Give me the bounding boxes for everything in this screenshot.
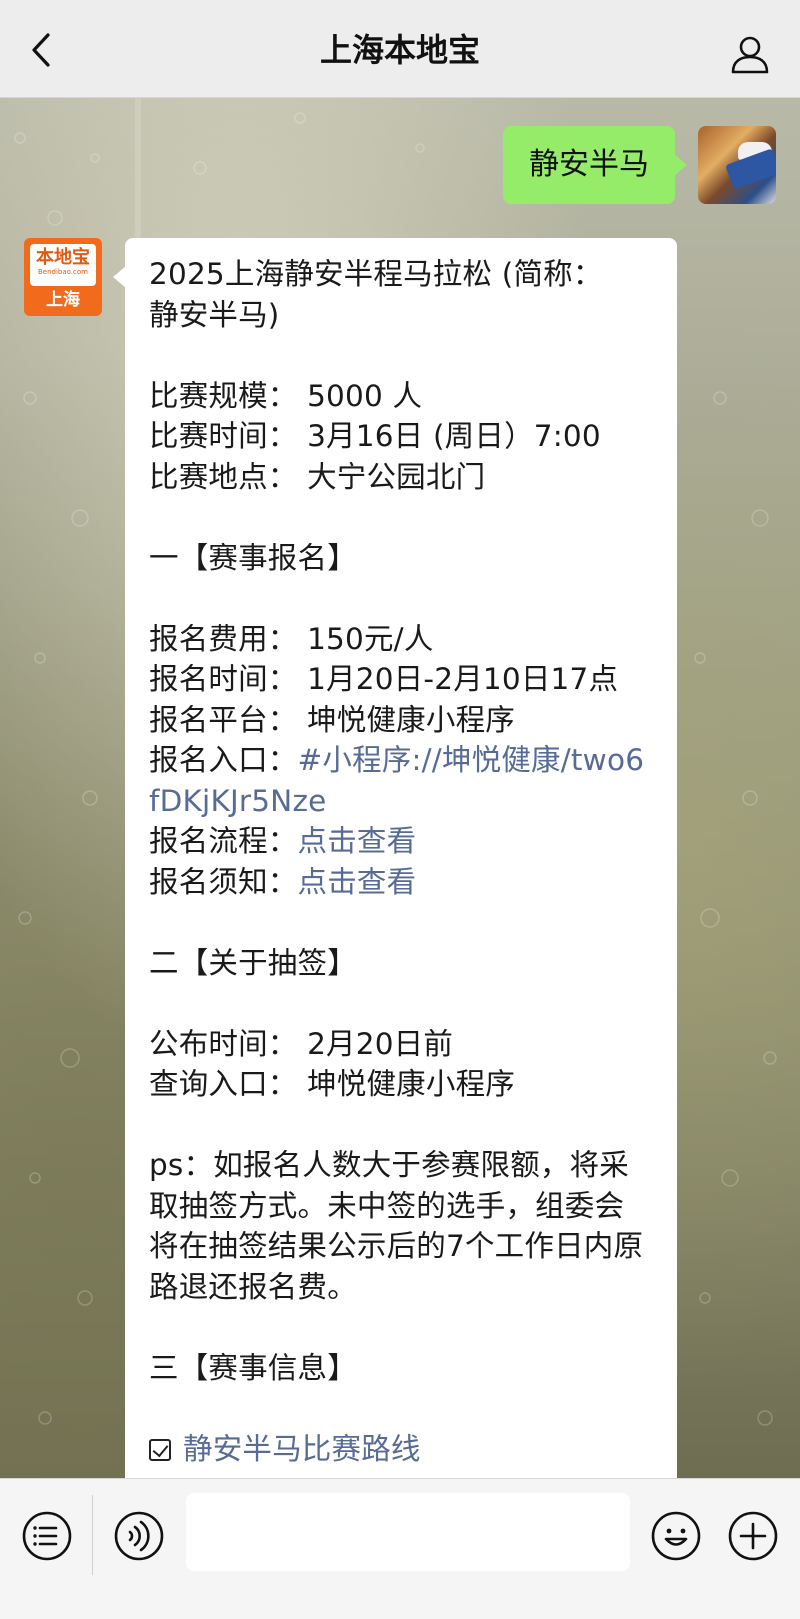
logo-city-text: 上海 xyxy=(46,290,80,310)
race-route-link[interactable]: 静安半马比赛路线 xyxy=(183,1432,421,1466)
section-lottery-heading: 二【关于抽签】 xyxy=(149,945,357,980)
official-account-avatar[interactable]: 本地宝 Bendibao.com 上海 xyxy=(24,238,102,316)
logo-url-text: Bendibao.com xyxy=(37,268,88,276)
emoji-icon[interactable] xyxy=(649,1509,703,1563)
race-time: 比赛时间： 3月16日 (周日）7:00 xyxy=(149,419,601,453)
registration-process: 报名流程：点击查看 xyxy=(149,821,653,862)
sent-message-bubble[interactable]: 静安半马 xyxy=(503,126,687,204)
lottery-query-entry: 查询入口： 坤悦健康小程序 xyxy=(149,1067,515,1101)
input-toolbar xyxy=(0,1478,800,1619)
reply-title-line2: 静安半马) xyxy=(149,297,280,332)
registration-entry-label: 报名入口： xyxy=(149,743,298,777)
message-input[interactable] xyxy=(186,1493,630,1571)
registration-notice-label: 报名须知： xyxy=(149,864,298,899)
page-title: 上海本地宝 xyxy=(319,31,480,69)
race-place: 比赛地点： 大宁公园北门 xyxy=(149,459,486,494)
registration-entry: 报名入口：#小程序://坤悦健康/two6fDKjKJr5Nze xyxy=(149,740,653,821)
registration-fee: 报名费用： 150元/人 xyxy=(149,621,434,656)
chat-area[interactable]: 静安半马 本地宝 Bendibao.com 上海 2025上海静安半程马拉松 (… xyxy=(0,98,800,1478)
person-icon[interactable] xyxy=(730,34,770,74)
registration-platform: 报名平台： 坤悦健康小程序 xyxy=(149,702,515,737)
registration-time: 报名时间： 1月20日-2月10日17点 xyxy=(149,662,619,696)
reply-title-line1: 2025上海静安半程马拉松 (简称： xyxy=(149,257,603,291)
menu-list-icon[interactable] xyxy=(20,1509,74,1563)
reply-message-bubble[interactable]: 2025上海静安半程马拉松 (简称： 静安半马) 比赛规模： 5000 人 比赛… xyxy=(113,238,677,1478)
checkbox-icon xyxy=(149,1438,171,1461)
section-registration-heading: 一【赛事报名】 xyxy=(149,540,357,575)
registration-process-link[interactable]: 点击查看 xyxy=(298,824,417,858)
lottery-announce-time: 公布时间： 2月20日前 xyxy=(149,1026,454,1061)
voice-icon[interactable] xyxy=(112,1509,166,1563)
logo-text: 本地宝 xyxy=(30,244,96,286)
race-scale: 比赛规模： 5000 人 xyxy=(149,378,423,413)
lottery-ps-note: ps：如报名人数大于参赛限额，将采取抽签方式。未中签的选手，组委会将在抽签结果公… xyxy=(149,1148,644,1304)
registration-notice-link[interactable]: 点击查看 xyxy=(298,865,417,899)
toolbar-divider xyxy=(92,1495,93,1575)
registration-process-label: 报名流程： xyxy=(149,824,298,858)
navigation-bar: 上海本地宝 xyxy=(0,0,800,98)
user-avatar[interactable] xyxy=(698,126,776,204)
race-route-item: 静安半马比赛路线 xyxy=(149,1429,653,1470)
section-race-info-heading: 三【赛事信息】 xyxy=(149,1350,357,1385)
registration-notice: 报名须知：点击查看 xyxy=(149,862,653,903)
plus-icon[interactable] xyxy=(726,1509,780,1563)
